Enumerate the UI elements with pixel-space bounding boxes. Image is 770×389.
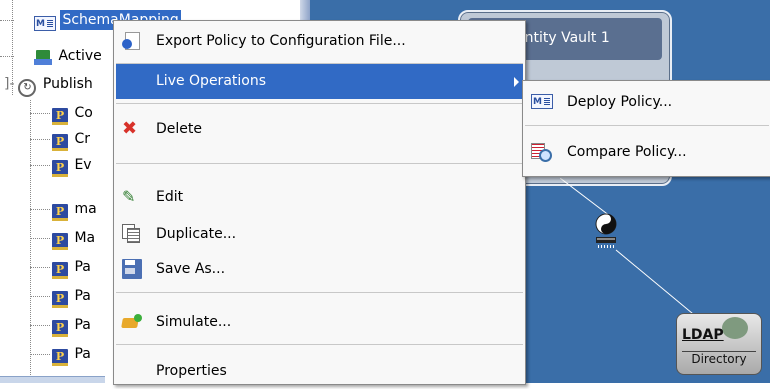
- menu-item-edit[interactable]: ✎ Edit: [116, 179, 523, 215]
- tree-item-policy[interactable]: P Pa: [52, 286, 93, 308]
- ldap-label: LDAP: [682, 327, 724, 343]
- driver-server-icon[interactable]: [593, 213, 619, 253]
- simulate-icon: [122, 312, 142, 332]
- menu-item-compare-policy[interactable]: Compare Policy...: [525, 135, 769, 169]
- edit-icon: ✎: [122, 187, 136, 206]
- tree-guide-line: [0, 20, 14, 21]
- tree-item-policy[interactable]: P ma: [52, 199, 99, 221]
- menu-item-save-as[interactable]: Save As...: [116, 251, 523, 287]
- tree-item-policy[interactable]: P Co: [52, 103, 95, 125]
- tree-item-label: Publish: [42, 76, 93, 92]
- tree-item-label: Co: [74, 105, 93, 121]
- tree-item-active[interactable]: Active: [34, 46, 104, 66]
- tree-guide-line: [30, 165, 50, 166]
- tree-item-label: Ev: [74, 157, 92, 173]
- menu-separator: [525, 125, 769, 126]
- duplicate-icon: [122, 224, 142, 244]
- expand-collapse-icon[interactable]: ]-: [4, 74, 15, 94]
- directory-label: Directory: [682, 351, 756, 366]
- policy-icon: P: [52, 349, 68, 366]
- menu-item-label: Edit: [156, 189, 184, 205]
- policy-icon: P: [52, 262, 68, 279]
- menu-item-label: Compare Policy...: [567, 144, 687, 160]
- tree-item-label: Pa: [74, 317, 91, 333]
- active-driver-icon: [34, 48, 52, 66]
- policy-icon: P: [52, 134, 68, 151]
- policy-icon: P: [52, 320, 68, 337]
- menu-item-label: Delete: [156, 121, 202, 137]
- tree-item-label: Cr: [74, 131, 90, 147]
- tree-guide-line: [30, 325, 50, 326]
- menu-item-simulate[interactable]: Simulate...: [116, 304, 523, 340]
- tree-guide-line: [30, 139, 50, 140]
- tree-item-label: Pa: [74, 288, 91, 304]
- tree-item-policy[interactable]: P Ma: [52, 228, 97, 250]
- tree-guide-line: [30, 113, 50, 114]
- ldap-directory-icon[interactable]: LDAP Directory: [676, 313, 762, 375]
- menu-item-delete[interactable]: ✖ Delete: [116, 111, 523, 147]
- policy-icon: P: [52, 160, 68, 177]
- context-menu[interactable]: Export Policy to Configuration File... L…: [113, 20, 526, 385]
- tree-guide-line: [30, 238, 50, 239]
- tree-item-policy[interactable]: P Pa: [52, 344, 93, 366]
- compare-icon: [531, 143, 552, 162]
- menu-separator: [116, 103, 523, 104]
- tree-item-label: Pa: [74, 259, 91, 275]
- save-icon: [122, 259, 142, 279]
- menu-item-label: Simulate...: [156, 314, 232, 330]
- menu-item-label: Deploy Policy...: [567, 94, 673, 110]
- menu-item-label: Save As...: [156, 261, 226, 277]
- tree-item-label: Active: [58, 48, 102, 64]
- tree-item-policy[interactable]: P Pa: [52, 315, 93, 337]
- policy-icon: P: [52, 204, 68, 221]
- tree-item-label: Ma: [74, 230, 96, 246]
- menu-item-duplicate[interactable]: Duplicate...: [116, 216, 523, 252]
- tree-guide-line: [30, 209, 50, 210]
- export-icon: [122, 31, 142, 51]
- menu-item-label: Properties: [156, 363, 227, 379]
- menu-item-label: Export Policy to Configuration File...: [156, 33, 406, 49]
- menu-item-label: Duplicate...: [156, 226, 237, 242]
- tree-item-policy[interactable]: P Ev: [52, 155, 94, 177]
- menu-item-properties[interactable]: Properties: [116, 353, 523, 389]
- tree-guide-line: [30, 296, 50, 297]
- policy-icon: P: [52, 233, 68, 250]
- menu-item-export-policy[interactable]: Export Policy to Configuration File...: [116, 23, 523, 59]
- vault-title: entity Vault 1: [516, 30, 610, 46]
- tree-item-policy[interactable]: P Cr: [52, 129, 92, 151]
- menu-separator: [116, 344, 523, 345]
- tree-item-label: Pa: [74, 346, 91, 362]
- policy-icon: P: [52, 291, 68, 308]
- tree-guide-line: [30, 267, 50, 268]
- tree-guide-line: [0, 56, 14, 57]
- delete-icon: ✖: [122, 118, 138, 139]
- schema-mapping-icon: M: [34, 16, 56, 31]
- policy-icon: P: [52, 108, 68, 125]
- menu-separator: [116, 292, 523, 293]
- submenu-arrow-icon: [514, 77, 519, 87]
- tree-item-policy[interactable]: P Pa: [52, 257, 93, 279]
- menu-item-live-operations[interactable]: Live Operations: [116, 64, 523, 99]
- tree-guide-line: [30, 100, 31, 383]
- menu-separator: [116, 163, 523, 164]
- tree-item-label: ma: [74, 201, 97, 217]
- menu-item-label: Live Operations: [156, 73, 267, 89]
- deploy-icon: M: [531, 94, 553, 109]
- menu-item-deploy-policy[interactable]: M Deploy Policy...: [525, 85, 769, 119]
- tree-guide-line: [30, 354, 50, 355]
- live-operations-submenu[interactable]: M Deploy Policy... Compare Policy...: [522, 80, 770, 177]
- tree-scrollbar[interactable]: [0, 376, 105, 383]
- tree-item-publisher[interactable]: ]- ↻ Publish: [4, 74, 95, 97]
- publisher-icon: ↻: [18, 79, 37, 97]
